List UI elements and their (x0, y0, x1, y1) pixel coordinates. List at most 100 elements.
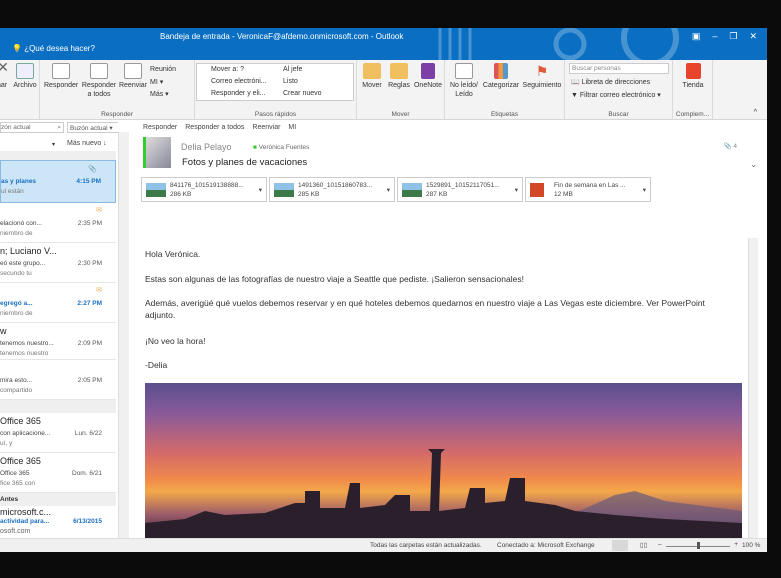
forward-icon (124, 63, 142, 79)
reply-all-link[interactable]: Responder a todos (185, 124, 244, 131)
message-list: zón actual ⌕ Buzón actual ▾ ▾ Más nuevo ↓… (0, 120, 118, 538)
normal-view-icon[interactable] (612, 540, 628, 551)
list-item[interactable]: as y planes ul están 4:15 PM 📎 (0, 160, 116, 203)
reading-pane-scrollbar[interactable] (748, 238, 758, 538)
body-paragraph: -Delia (145, 360, 168, 370)
window-title: Bandeja de entrada - VeronicaF@afdemo.on… (160, 32, 404, 41)
tell-me-label: ¿Qué desea hacer? (24, 44, 95, 53)
attachment[interactable]: 1529891_10152117051... 287 KB ▾ (397, 177, 523, 202)
reading-pane: Responder Responder a todos Reenviar MI … (135, 120, 767, 538)
reply-all-button[interactable]: Responder a todos (80, 63, 118, 99)
people-count[interactable]: 📎 4 (723, 142, 737, 150)
addins-group-label: Complem... (675, 111, 710, 118)
categorize-button[interactable]: Categorizar (481, 63, 521, 90)
archive-button[interactable]: Archivo (10, 63, 40, 90)
group-header-older[interactable]: Antes (0, 493, 116, 506)
unread-read-button[interactable]: No leído/ Leído (447, 63, 481, 99)
ribbon: ✕nar Archivo Responder Responder a todos… (0, 60, 767, 120)
filter-email-button[interactable]: ▼ Filtrar correo electrónico ▾ (571, 91, 661, 99)
follow-up-button[interactable]: ⚑ Seguimiento (521, 63, 563, 90)
search-input[interactable]: zón actual ⌕ (0, 122, 64, 133)
envelope-icon: ✉ (96, 287, 102, 294)
store-icon (685, 63, 701, 79)
reply-link[interactable]: Responder (143, 124, 177, 131)
subject: Fotos y planes de vacaciones (182, 157, 308, 168)
list-item[interactable]: microsoft.c... actividad para... osoft.com… (0, 506, 116, 538)
sort-order[interactable]: Más nuevo ↓ (67, 140, 107, 147)
list-item[interactable]: egregó a... niembro de 2:27 PM ✉ (0, 283, 116, 323)
search-people-input[interactable]: Buscar personas (569, 63, 669, 74)
flag-icon: ⚑ (535, 63, 549, 79)
tell-me-box[interactable]: 💡 ¿Qué desea hacer? (12, 44, 95, 53)
rules-icon (390, 63, 408, 79)
search-scope-dropdown[interactable]: Buzón actual ▾ (67, 122, 118, 133)
zoom-slider-thumb[interactable] (696, 542, 700, 549)
title-bar: Bandeja de entrada - VeronicaF@afdemo.on… (0, 28, 767, 60)
expand-header-icon[interactable]: ⌄ (750, 160, 757, 169)
list-item[interactable]: Office 365 Office 365 fice 365 con Dom. 6/2… (0, 453, 116, 493)
tags-group: No leído/ Leído Categorizar ⚑ Seguimiento… (445, 60, 565, 120)
more-button[interactable]: Más ▾ (150, 90, 169, 98)
onenote-icon (421, 63, 435, 79)
restore-icon[interactable]: ❐ (729, 31, 737, 42)
search-icon: ⌕ (57, 124, 61, 131)
im-link[interactable]: MI (288, 124, 296, 131)
forward-button[interactable]: Reenviar (118, 63, 148, 90)
meeting-button[interactable]: Reunión (150, 66, 176, 73)
image-icon (402, 183, 422, 197)
quick-steps-group: Mover a: ? Correo electróni... Responder… (195, 60, 357, 120)
attachment[interactable]: 841176_101519138888... 286 KB ▾ (141, 177, 267, 202)
recipient[interactable]: ■ Verónica Fuentes (253, 144, 309, 151)
address-book-button[interactable]: 📖 Libreta de direcciones (571, 78, 650, 86)
move-group-label: Mover (391, 111, 410, 118)
body-paragraph: ¡No veo la hora! (145, 336, 206, 346)
forward-link[interactable]: Reenviar (252, 124, 280, 131)
attachment[interactable]: Fin de semana en Las ... 12 MB ▾ (525, 177, 651, 202)
quick-steps-label: Pasos rápidos (254, 111, 297, 118)
reply-button[interactable]: Responder (44, 63, 78, 90)
reading-actions: Responder Responder a todos Reenviar MI (143, 124, 296, 131)
list-item[interactable]: elacionó con... niembro de 2:35 PM ✉ (0, 203, 116, 243)
group-header (0, 400, 116, 413)
ribbon-display-icon[interactable]: ▣ (692, 31, 701, 42)
reading-view-icon[interactable]: ▯▯ (640, 541, 647, 549)
im-button[interactable]: MI ▾ (150, 78, 163, 86)
minimize-icon[interactable]: – (712, 31, 717, 42)
reply-icon (52, 63, 70, 79)
delete-button[interactable]: ✕nar (0, 60, 10, 90)
find-group: Buscar personas 📖 Libreta de direcciones… (565, 60, 673, 120)
powerpoint-icon (530, 183, 544, 197)
body-paragraph: Hola Verónica. (145, 249, 201, 259)
attachment[interactable]: 1491360_10151860783... 285 KB ▾ (269, 177, 395, 202)
rules-button[interactable]: Reglas (385, 63, 413, 90)
quick-step[interactable]: Mover a: ? (211, 66, 244, 73)
move-button[interactable]: Mover (359, 63, 385, 90)
zoom-slider[interactable]: – + (658, 541, 738, 551)
list-item[interactable]: mira esto... compartido 2:05 PM (0, 360, 116, 400)
quick-step[interactable]: Responder y eli... (211, 90, 265, 97)
delete-group: ✕nar Archivo (0, 60, 40, 120)
connection-status: Conectado a: Microsoft Exchange (497, 542, 595, 549)
addins-group: Tienda Complem... (673, 60, 713, 120)
close-icon[interactable]: ✕ (749, 31, 757, 42)
message-list-scrollbar[interactable] (118, 132, 129, 538)
sync-status: Todas las carpetas están actualizadas. (370, 542, 482, 549)
list-item[interactable]: Office 365 con aplicacione... uí, y Lun. 6/… (0, 413, 116, 453)
onenote-button[interactable]: OneNote (413, 63, 443, 90)
list-item[interactable]: n; Luciano V... eó este grupo... secundo t… (0, 243, 116, 283)
body-paragraph: Además, averigüé qué vuelos debemos rese… (145, 298, 705, 320)
store-button[interactable]: Tienda (675, 63, 711, 90)
zoom-level[interactable]: 100 % (742, 542, 760, 549)
envelope-icon: ✉ (96, 207, 102, 214)
quick-step[interactable]: Listo (283, 78, 298, 85)
tags-group-label: Etiquetas (490, 111, 519, 118)
sender-name[interactable]: Delia Pelayo (181, 142, 232, 152)
respond-group-label: Responder (101, 111, 133, 118)
list-item[interactable]: w tenemos nuestro... tenemos nuestro 2:09 P… (0, 323, 116, 360)
seattle-skyline-photo[interactable] (145, 383, 742, 538)
quick-step[interactable]: Correo electróni... (211, 78, 267, 85)
quick-step[interactable]: Crear nuevo (283, 90, 322, 97)
skyline-silhouette (145, 449, 742, 538)
collapse-ribbon-icon[interactable]: ^ (754, 109, 757, 116)
quick-step[interactable]: Al jefe (283, 66, 302, 73)
